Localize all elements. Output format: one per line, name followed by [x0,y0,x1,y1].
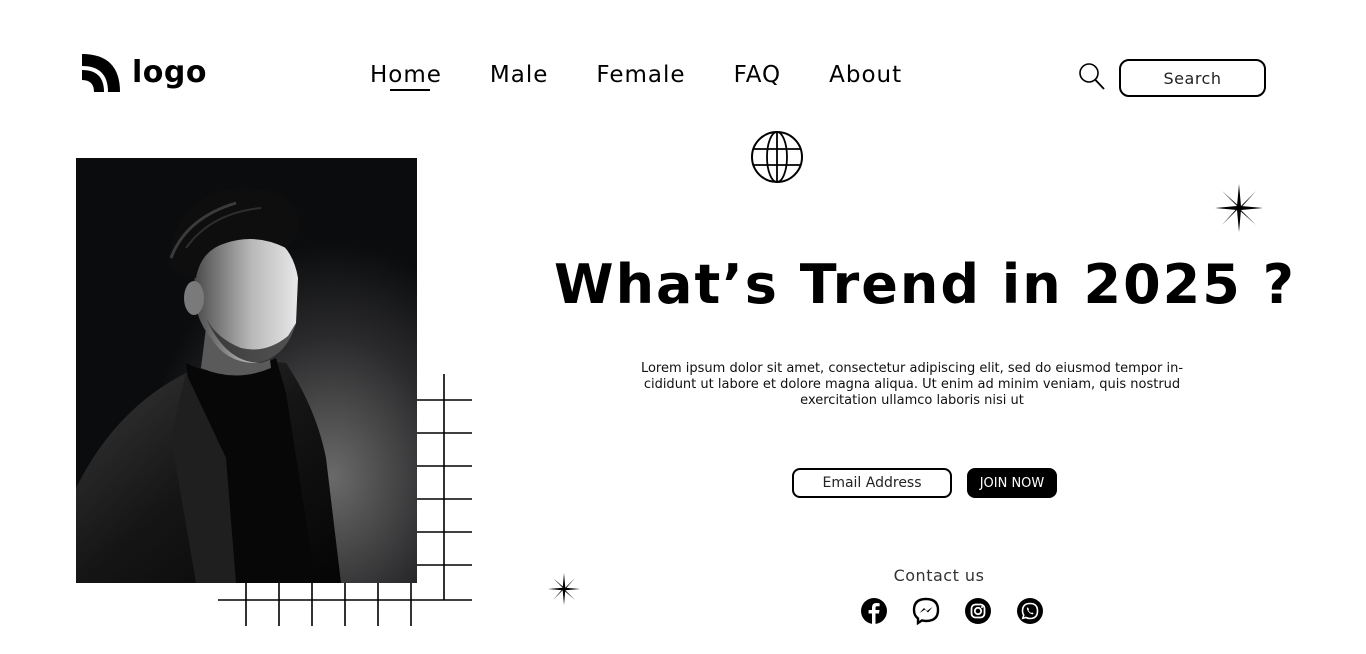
hero-title: What’s Trend in 2025 ? [554,253,1296,316]
nav-home[interactable]: Home [370,60,442,91]
nav-about[interactable]: About [829,60,902,90]
nav-faq[interactable]: FAQ [734,60,782,90]
site-logo[interactable]: logo [80,52,207,94]
instagram-icon[interactable] [964,597,992,625]
email-input[interactable] [792,468,952,498]
contact-title: Contact us [893,566,985,585]
logo-mark-icon [82,54,120,92]
hero-description: Lorem ipsum dolor sit amet, consectetur … [640,361,1184,408]
join-now-button[interactable]: JOIN NOW [967,468,1057,498]
search-icon[interactable] [1078,62,1106,92]
nav-female[interactable]: Female [596,60,685,90]
facebook-icon[interactable] [860,597,888,625]
portrait-image [76,158,417,583]
social-links [860,597,1044,625]
messenger-icon[interactable] [912,597,940,625]
hero-photo [76,158,417,583]
globe-icon [751,131,803,183]
small-sparkle-icon [548,573,580,605]
sparkle-icon [1215,184,1263,232]
logo-text: logo [132,55,207,90]
main-nav: Home Male Female FAQ About [370,60,902,91]
search-input[interactable] [1119,59,1266,97]
nav-male[interactable]: Male [490,60,548,90]
whatsapp-icon[interactable] [1016,597,1044,625]
